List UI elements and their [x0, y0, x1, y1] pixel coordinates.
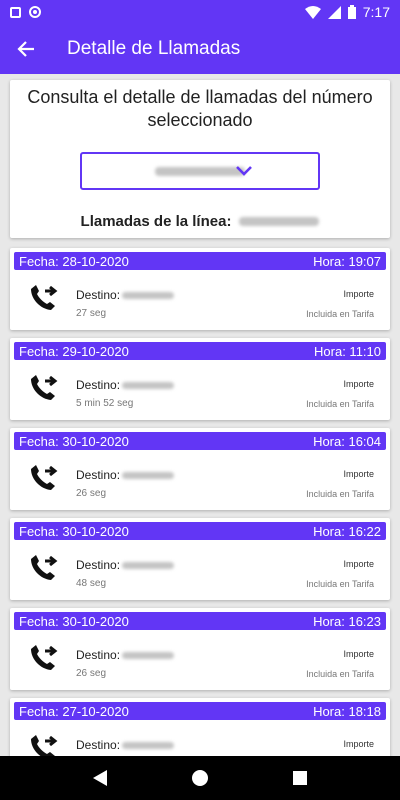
call-record[interactable]: Fecha: 30-10-2020 Hora: 16:22 Destino: 4…: [10, 518, 390, 600]
outgoing-call-icon: [31, 375, 58, 400]
outgoing-call-icon: [31, 285, 58, 310]
phone-number-dropdown[interactable]: [80, 152, 320, 190]
call-time: Hora: 11:10: [314, 343, 381, 359]
status-indicators: 7:17: [304, 4, 390, 20]
amount-value: Incluida en Tarifa: [306, 399, 374, 409]
outgoing-call-icon: [31, 645, 58, 670]
call-header: Fecha: 28-10-2020 Hora: 19:07: [14, 252, 386, 270]
call-date: Fecha: 30-10-2020: [19, 613, 129, 629]
chevron-down-icon: [236, 166, 252, 176]
destination-label: Destino:: [76, 558, 121, 572]
call-header: Fecha: 29-10-2020 Hora: 11:10: [14, 342, 386, 360]
destination-label: Destino:: [76, 288, 121, 302]
page-title: Detalle de Llamadas: [67, 38, 241, 59]
line-label-row: Llamadas de la línea:: [10, 213, 390, 230]
status-time: 7:17: [362, 4, 390, 20]
destination: Destino:: [76, 558, 175, 572]
destination-number-redacted: [122, 291, 175, 299]
destination-label: Destino:: [76, 468, 121, 482]
destination-number-redacted: [122, 561, 175, 569]
amount-label: Importe: [343, 469, 374, 479]
selected-number-redacted: [155, 166, 245, 176]
destination-label: Destino:: [76, 738, 121, 752]
amount-label: Importe: [343, 559, 374, 569]
nav-home-icon: [192, 770, 208, 786]
call-time: Hora: 16:22: [313, 523, 381, 539]
destination: Destino:: [76, 648, 175, 662]
signal-icon: [327, 5, 341, 19]
destination-number-redacted: [122, 381, 175, 389]
line-number-redacted: [239, 217, 320, 226]
nav-back-button[interactable]: [78, 756, 122, 800]
destination: Destino:: [76, 378, 175, 392]
destination: Destino:: [76, 738, 175, 752]
amount-value: Incluida en Tarifa: [306, 309, 374, 319]
call-time: Hora: 18:18: [313, 703, 381, 719]
nav-back-icon: [93, 770, 107, 786]
outgoing-call-icon: [31, 555, 58, 580]
destination-label: Destino:: [76, 648, 121, 662]
call-header: Fecha: 30-10-2020 Hora: 16:23: [14, 612, 386, 630]
destination-number-redacted: [122, 651, 175, 659]
call-duration: 26 seg: [76, 668, 107, 679]
call-header: Fecha: 27-10-2020 Hora: 18:18: [14, 702, 386, 720]
destination-label: Destino:: [76, 378, 121, 392]
call-record[interactable]: Fecha: 30-10-2020 Hora: 16:23 Destino: 2…: [10, 608, 390, 690]
nav-recents-icon: [293, 771, 307, 785]
outgoing-call-icon: [31, 465, 58, 490]
call-duration: 5 min 52 seg: [76, 398, 134, 409]
card-title: Consulta el detalle de llamadas del núme…: [27, 87, 373, 130]
amount-label: Importe: [343, 289, 374, 299]
call-list: Fecha: 28-10-2020 Hora: 19:07 Destino: 2…: [10, 248, 390, 788]
call-date: Fecha: 28-10-2020: [19, 253, 129, 269]
arrow-back-icon: [17, 41, 34, 57]
call-date: Fecha: 29-10-2020: [19, 343, 129, 359]
destination-number-redacted: [122, 471, 175, 479]
call-date: Fecha: 30-10-2020: [19, 523, 129, 539]
amount-value: Incluida en Tarifa: [306, 489, 374, 499]
call-date: Fecha: 27-10-2020: [19, 703, 129, 719]
call-duration: 26 seg: [76, 488, 107, 499]
back-button[interactable]: [0, 24, 52, 74]
app-bar: Detalle de Llamadas: [0, 24, 400, 74]
amount-value: Incluida en Tarifa: [306, 669, 374, 679]
call-record[interactable]: Fecha: 28-10-2020 Hora: 19:07 Destino: 2…: [10, 248, 390, 330]
call-time: Hora: 16:23: [313, 613, 381, 629]
destination: Destino:: [76, 288, 175, 302]
status-bar: 7:17: [0, 0, 400, 24]
line-selector-card: Consulta el detalle de llamadas del núme…: [10, 80, 390, 238]
destination-number-redacted: [122, 741, 175, 749]
wifi-icon: [304, 5, 321, 19]
amount-label: Importe: [343, 379, 374, 389]
system-nav-bar: [0, 756, 400, 800]
amount-label: Importe: [343, 739, 374, 749]
battery-icon: [347, 5, 356, 19]
call-duration: 27 seg: [76, 308, 107, 319]
call-duration: 48 seg: [76, 578, 107, 589]
call-time: Hora: 19:07: [313, 253, 381, 269]
call-header: Fecha: 30-10-2020 Hora: 16:22: [14, 522, 386, 540]
amount-label: Importe: [343, 649, 374, 659]
amount-value: Incluida en Tarifa: [306, 579, 374, 589]
call-header: Fecha: 30-10-2020 Hora: 16:04: [14, 432, 386, 450]
destination: Destino:: [76, 468, 175, 482]
call-record[interactable]: Fecha: 30-10-2020 Hora: 16:04 Destino: 2…: [10, 428, 390, 510]
call-time: Hora: 16:04: [313, 433, 381, 449]
nav-home-button[interactable]: [178, 756, 222, 800]
nav-recents-button[interactable]: [278, 756, 322, 800]
notification-circle-icon: [29, 6, 41, 18]
status-notifications: [10, 6, 41, 18]
line-label: Llamadas de la línea:: [80, 213, 232, 230]
call-record[interactable]: Fecha: 29-10-2020 Hora: 11:10 Destino: 5…: [10, 338, 390, 420]
call-date: Fecha: 30-10-2020: [19, 433, 129, 449]
notification-square-icon: [10, 6, 21, 18]
